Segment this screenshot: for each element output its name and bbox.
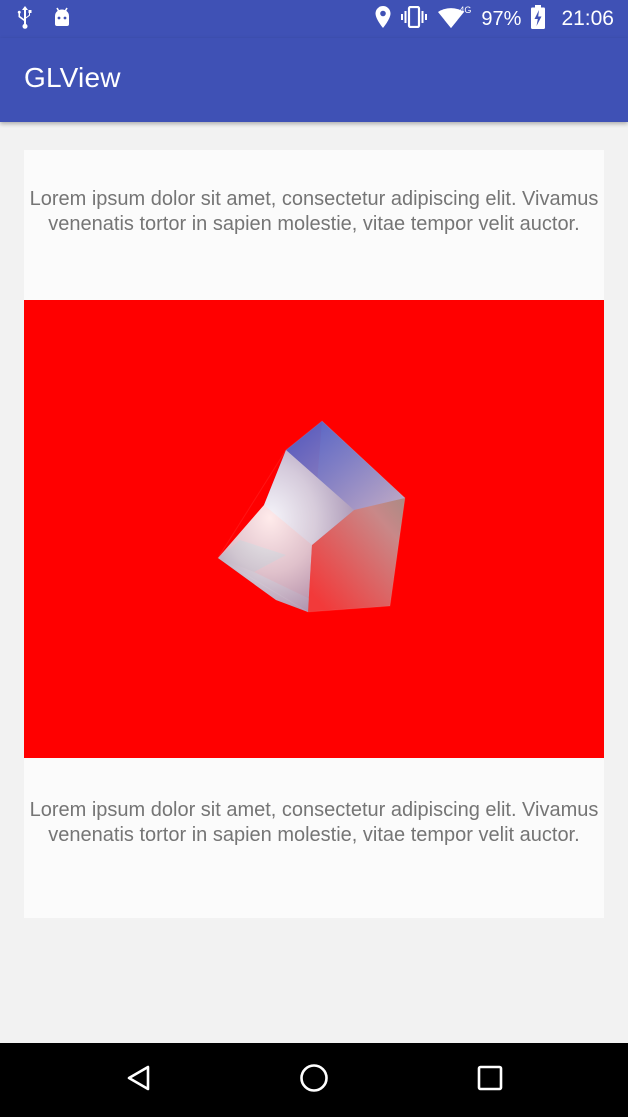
home-button[interactable] bbox=[294, 1060, 334, 1100]
back-button[interactable] bbox=[118, 1060, 158, 1100]
content-area: Lorem ipsum dolor sit amet, consectetur … bbox=[0, 122, 628, 1043]
status-bar-right: 4G 97% 21:06 bbox=[375, 0, 614, 38]
content-card: Lorem ipsum dolor sit amet, consectetur … bbox=[24, 150, 604, 918]
back-icon bbox=[124, 1064, 152, 1096]
vibrate-icon bbox=[401, 5, 428, 32]
gl-render bbox=[217, 420, 406, 613]
lorem-text-top: Lorem ipsum dolor sit amet, consectetur … bbox=[29, 188, 599, 235]
status-bar: 4G 97% 21:06 bbox=[0, 0, 628, 38]
home-icon bbox=[299, 1063, 329, 1097]
lorem-text-bottom: Lorem ipsum dolor sit amet, consectetur … bbox=[29, 799, 599, 846]
gl-view[interactable] bbox=[24, 300, 604, 758]
usb-icon bbox=[16, 5, 34, 33]
navigation-bar bbox=[0, 1043, 628, 1117]
location-icon bbox=[375, 6, 391, 32]
battery-charging-icon bbox=[531, 5, 546, 33]
wifi-icon: 4G bbox=[437, 5, 472, 31]
network-type: 4G bbox=[459, 5, 472, 15]
android-debug-icon bbox=[52, 7, 72, 31]
recents-button[interactable] bbox=[470, 1060, 510, 1100]
app-title: GLView bbox=[24, 62, 121, 93]
shaded-cube bbox=[217, 420, 406, 613]
status-bar-left bbox=[16, 0, 72, 38]
recents-icon bbox=[477, 1065, 503, 1095]
battery-percent: 97% bbox=[481, 7, 522, 30]
app-bar: GLView bbox=[0, 38, 628, 122]
clock: 21:06 bbox=[561, 7, 614, 30]
